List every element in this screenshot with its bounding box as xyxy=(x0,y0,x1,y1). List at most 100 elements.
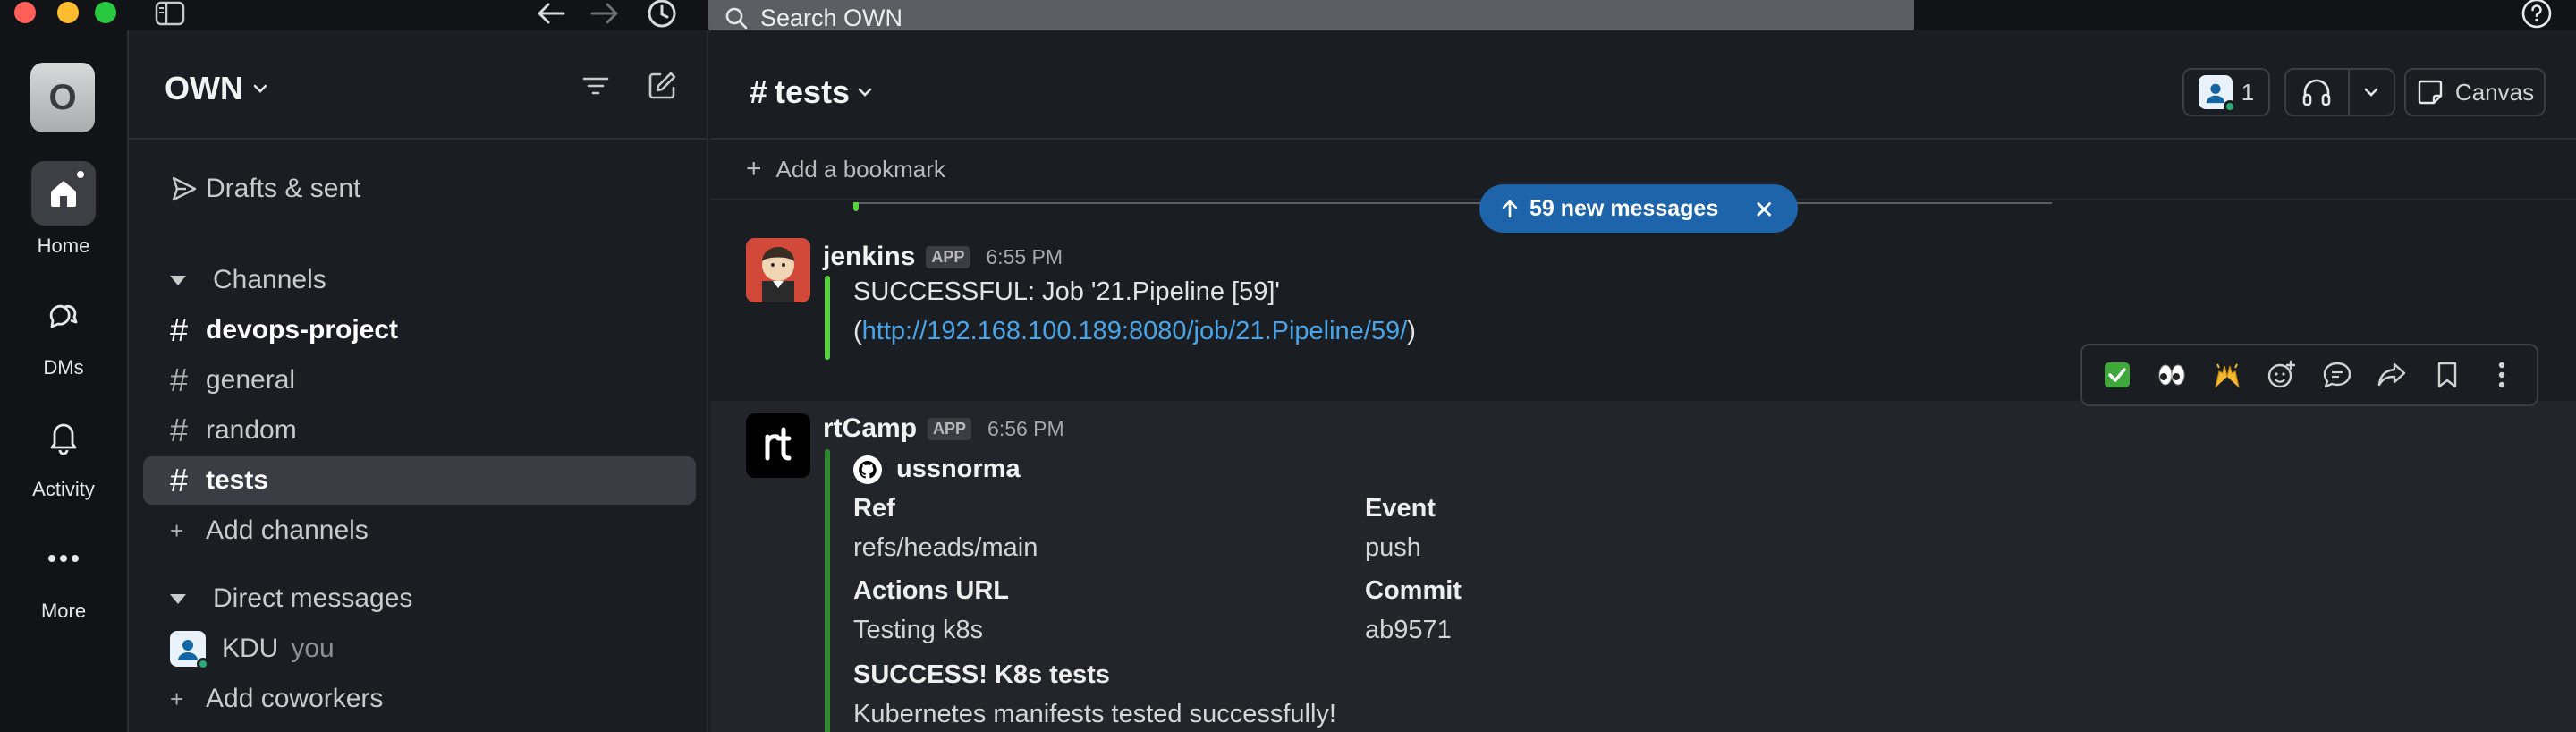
field-label-commit: Commit xyxy=(1365,576,1462,605)
rail-label-more: More xyxy=(40,600,87,622)
caret-down-icon xyxy=(170,593,186,604)
bookmark-icon[interactable] xyxy=(2424,352,2470,398)
sidebar-item-random[interactable]: # random xyxy=(143,406,696,455)
message-text: SUCCESSFUL: Job '21.Pipeline [59]' xyxy=(853,277,1280,306)
sidebar-item-general[interactable]: # general xyxy=(143,356,696,404)
channel-label: random xyxy=(206,415,297,445)
channels-section-header[interactable]: Channels xyxy=(143,256,696,304)
repo-heading: ussnorma xyxy=(853,455,1021,484)
workspace-name: OWN xyxy=(165,70,243,106)
dm-section-header[interactable]: Direct messages xyxy=(143,575,696,623)
commit-link[interactable]: ab9571 xyxy=(1365,616,1452,645)
rail-item-more[interactable]: More xyxy=(0,526,127,623)
plus-icon: + xyxy=(746,154,762,183)
message-actions-toolbar xyxy=(2080,344,2538,406)
channel-name: tests xyxy=(775,73,851,110)
message-timestamp[interactable]: 6:56 PM xyxy=(987,417,1064,441)
message-author[interactable]: rtCamp xyxy=(823,413,917,444)
add-bookmark-label: Add a bookmark xyxy=(775,155,945,183)
online-status-dot xyxy=(197,658,209,670)
hash-icon: # xyxy=(170,311,189,348)
message-author[interactable]: jenkins xyxy=(823,242,915,272)
online-status-dot xyxy=(2223,100,2236,113)
rail-item-dms[interactable]: DMs xyxy=(0,283,127,379)
rail-label-dms: DMs xyxy=(43,356,84,379)
huddle-button[interactable] xyxy=(2284,68,2395,116)
rail-label-activity: Activity xyxy=(32,478,95,500)
channel-label: tests xyxy=(206,465,269,495)
field-value-ref: refs/heads/main xyxy=(853,533,1038,562)
repo-name[interactable]: ussnorma xyxy=(896,455,1021,484)
canvas-label: Canvas xyxy=(2454,78,2535,106)
reply-thread-icon[interactable] xyxy=(2314,352,2360,398)
add-coworkers-button[interactable]: + Add coworkers xyxy=(143,675,696,723)
forward-share-icon[interactable] xyxy=(2368,352,2415,398)
sidebar-item-dm-kdu[interactable]: KDU you xyxy=(143,625,696,673)
add-coworkers-label: Add coworkers xyxy=(206,684,384,713)
canvas-button[interactable]: Canvas xyxy=(2404,68,2546,116)
window-zoom-button[interactable] xyxy=(95,2,116,23)
react-check-icon[interactable] xyxy=(2094,352,2140,398)
new-messages-label: 59 new messages xyxy=(1530,195,1719,221)
attachment-bar xyxy=(853,202,859,211)
dm-header-label: Direct messages xyxy=(213,583,413,613)
channels-header-label: Channels xyxy=(213,265,326,294)
result-text: Kubernetes manifests tested successfully… xyxy=(853,700,1336,728)
history-clock-icon[interactable] xyxy=(644,0,680,28)
rail-item-home[interactable]: Home xyxy=(0,161,127,258)
workspace-name-button[interactable]: OWN xyxy=(165,70,268,107)
sidebar-item-devops-project[interactable]: # devops-project xyxy=(143,306,696,354)
canvas-icon xyxy=(2418,80,2443,105)
app-badge: APP xyxy=(926,245,970,268)
plus-icon: + xyxy=(170,685,184,712)
window-close-button[interactable] xyxy=(14,2,36,23)
members-button[interactable]: 1 xyxy=(2182,68,2270,116)
channel-sidebar: OWN Drafts & sent Channels # devops-proj… xyxy=(127,30,708,732)
channel-label: general xyxy=(206,365,296,395)
add-channels-button[interactable]: + Add channels xyxy=(143,506,696,555)
channel-title-button[interactable]: # tests xyxy=(750,73,873,111)
window-minimize-button[interactable] xyxy=(57,2,79,23)
dm-you-label: you xyxy=(291,634,335,663)
help-icon[interactable] xyxy=(2519,0,2555,29)
members-count: 1 xyxy=(2241,78,2255,106)
sidebar-item-drafts[interactable]: Drafts & sent xyxy=(143,165,696,213)
message-header: jenkins APP 6:55 PM xyxy=(823,242,1063,272)
jenkins-job-link[interactable]: http://192.168.100.189:8080/job/21.Pipel… xyxy=(862,317,1408,345)
actions-url-link[interactable]: Testing k8s xyxy=(853,616,983,645)
home-icon xyxy=(31,161,96,226)
hash-icon: # xyxy=(750,73,768,110)
filter-icon[interactable] xyxy=(581,75,610,101)
paren-close: ) xyxy=(1407,317,1416,345)
sidebar-item-tests[interactable]: # tests xyxy=(143,456,696,505)
app-badge: APP xyxy=(928,417,972,440)
forward-arrow-icon[interactable] xyxy=(587,0,623,27)
close-icon[interactable]: ✕ xyxy=(1754,195,1775,225)
jenkins-avatar[interactable] xyxy=(746,238,810,302)
sidebar-header: OWN xyxy=(129,30,707,140)
result-title: SUCCESS! K8s tests xyxy=(853,660,1110,689)
back-arrow-icon[interactable] xyxy=(533,0,569,27)
rtcamp-avatar[interactable] xyxy=(746,413,810,478)
channel-label: devops-project xyxy=(206,315,399,345)
add-channels-label: Add channels xyxy=(206,515,369,545)
new-messages-banner[interactable]: 59 new messages ✕ xyxy=(1479,184,1798,233)
add-reaction-icon[interactable] xyxy=(2258,352,2305,398)
react-raised-hands-icon[interactable] xyxy=(2204,352,2250,398)
field-label-ref: Ref xyxy=(853,494,895,523)
message-timestamp[interactable]: 6:55 PM xyxy=(986,245,1063,269)
sidebar-toggle-icon[interactable] xyxy=(152,0,188,27)
message-list: jenkins APP 6:55 PM SUCCESSFUL: Job '21.… xyxy=(710,202,2576,732)
github-icon xyxy=(853,455,882,484)
compose-icon[interactable] xyxy=(646,70,678,106)
rail-item-activity[interactable]: Activity xyxy=(0,404,127,501)
message-header: rtCamp APP 6:56 PM xyxy=(823,413,1064,444)
react-eyes-icon[interactable] xyxy=(2148,352,2195,398)
workspace-avatar[interactable]: O xyxy=(30,63,95,132)
chevron-down-icon xyxy=(253,84,267,93)
chevron-down-icon[interactable] xyxy=(2350,87,2394,98)
hash-icon: # xyxy=(170,412,189,448)
avatar xyxy=(170,631,209,670)
caret-down-icon xyxy=(170,275,186,285)
more-actions-icon[interactable] xyxy=(2479,352,2525,398)
